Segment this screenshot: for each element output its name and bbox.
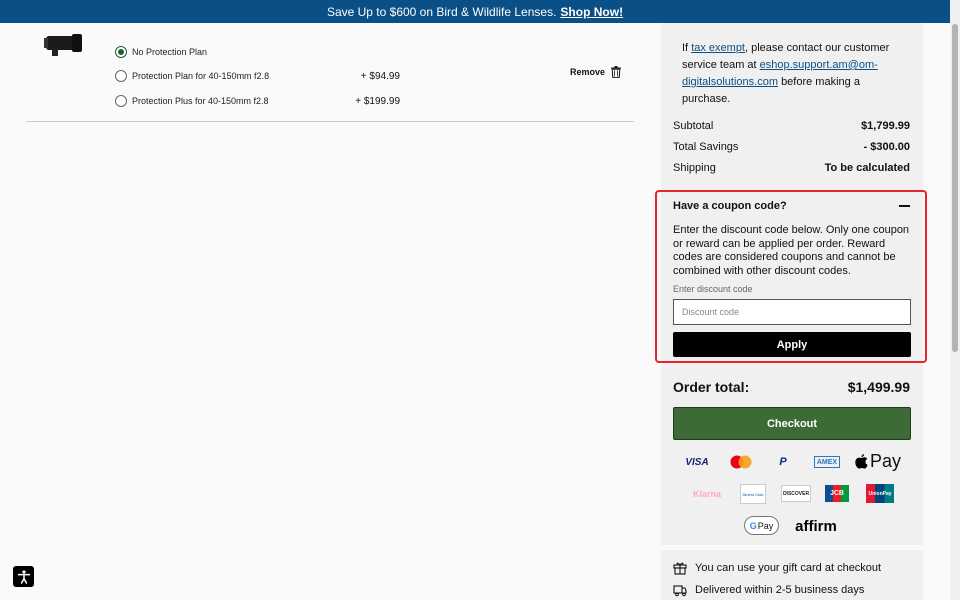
shipping-label: Shipping — [673, 162, 716, 174]
applepay-text: Pay — [869, 450, 902, 471]
radio-selected[interactable] — [115, 46, 127, 58]
gift-card-note: You can use your gift card at checkout — [673, 561, 881, 575]
mastercard-icon — [730, 455, 752, 469]
radio[interactable] — [115, 70, 127, 82]
gift-icon — [673, 562, 687, 575]
promo-text: Save Up to $600 on Bird & Wildlife Lense… — [326, 4, 557, 19]
subtotal-label: Subtotal — [673, 120, 714, 132]
klarna-logo: Klarna — [692, 489, 721, 499]
order-total-value: $1,499.99 — [847, 379, 910, 395]
visa-logo: VISA — [685, 456, 709, 468]
scroll-thumb[interactable] — [952, 24, 958, 352]
google-g-icon: G — [749, 520, 757, 531]
remove-button[interactable]: Remove — [570, 66, 622, 78]
unionpay-logo: UnionPay — [866, 484, 894, 503]
option-label: Protection Plan for 40-150mm f2.8 — [132, 71, 270, 81]
option-no-protection[interactable]: No Protection Plan — [115, 46, 207, 58]
paypal-logo: P — [779, 456, 787, 468]
option-label: No Protection Plan — [132, 47, 208, 57]
accessibility-button[interactable] — [13, 566, 34, 587]
savings-label: Total Savings — [673, 141, 739, 153]
applepay-logo: Pay — [854, 451, 902, 471]
subtotal-row: Subtotal $1,799.99 — [673, 120, 910, 132]
subtotal-value: $1,799.99 — [861, 120, 910, 132]
checkout-button[interactable]: Checkout — [673, 407, 911, 440]
jcb-logo: JCB — [825, 485, 849, 502]
divider — [26, 121, 634, 122]
trash-icon — [611, 66, 622, 78]
gpay-text: Pay — [757, 520, 774, 531]
discover-logo: DISCOVER — [781, 485, 811, 502]
accessibility-icon — [17, 569, 30, 584]
option-price: + $94.99 — [360, 71, 400, 82]
shipping-value: To be calculated — [824, 162, 910, 174]
delivery-note: Delivered within 2-5 business days — [673, 583, 864, 597]
remove-label: Remove — [570, 67, 606, 77]
radio[interactable] — [115, 95, 127, 107]
coupon-toggle[interactable]: Have a coupon code? — [673, 200, 787, 212]
apply-button[interactable]: Apply — [673, 332, 911, 357]
googlepay-logo: G Pay — [744, 516, 779, 535]
discount-label: Enter discount code — [673, 284, 753, 294]
amex-logo: AMEX — [814, 456, 840, 468]
shop-now-link[interactable]: Shop Now! — [560, 5, 623, 19]
savings-value: - $300.00 — [863, 141, 910, 153]
coupon-description: Enter the discount code below. Only one … — [673, 224, 910, 277]
shipping-row: Shipping To be calculated — [673, 162, 910, 174]
diners-logo: Diners Club — [740, 484, 766, 504]
collapse-minus-icon[interactable] — [899, 205, 910, 207]
tax-text: If — [682, 42, 689, 54]
delivery-truck-icon — [673, 585, 687, 597]
order-total-row: Order total: $1,499.99 — [673, 379, 910, 395]
order-total-label: Order total: — [673, 379, 750, 395]
option-label: Protection Plus for 40-150mm f2.8 — [132, 96, 269, 106]
affirm-logo: affirm — [795, 517, 837, 535]
option-protection-plus[interactable]: Protection Plus for 40-150mm f2.8 — [115, 95, 269, 107]
tax-exempt-link[interactable]: tax exempt — [691, 42, 745, 54]
discount-code-input[interactable] — [673, 299, 911, 325]
delivery-text: Delivered within 2-5 business days — [695, 584, 865, 596]
gift-text: You can use your gift card at checkout — [695, 562, 882, 574]
tax-exempt-note: If tax exempt, please contact our custom… — [682, 40, 904, 108]
apple-icon — [855, 453, 868, 469]
scrollbar[interactable] — [950, 0, 960, 600]
option-price: + $199.99 — [355, 96, 400, 107]
lens-product-image — [44, 34, 82, 56]
option-protection-plan[interactable]: Protection Plan for 40-150mm f2.8 — [115, 70, 269, 82]
promo-banner: Save Up to $600 on Bird & Wildlife Lense… — [0, 0, 950, 23]
savings-row: Total Savings - $300.00 — [673, 141, 910, 153]
